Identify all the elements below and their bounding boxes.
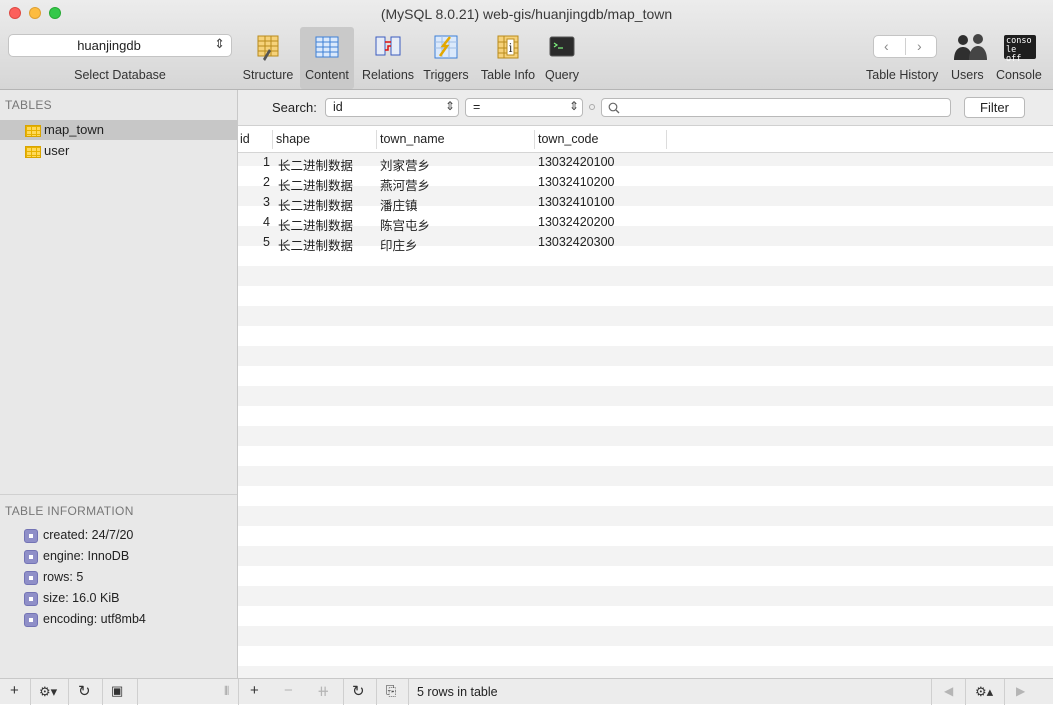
triggers-tab-label: Triggers (423, 68, 469, 82)
triggers-icon (434, 35, 458, 59)
sidebar-item-map-town[interactable]: map_town (0, 120, 237, 140)
history-back-button[interactable]: ‹ (884, 38, 889, 54)
table-info-tab-label: Table Info (480, 68, 536, 82)
table-information-title: TABLE INFORMATION (5, 504, 134, 518)
relations-tab-label: Relations (361, 68, 415, 82)
column-header-shape[interactable]: shape (276, 132, 310, 146)
content-icon (315, 36, 339, 58)
add-row-button[interactable]: + (250, 682, 259, 699)
bottom-toolbar: + ⚙▾ ↻ ▣ ⦀ + − ⧺ ↻ ⎘ 5 rows in table ◀ ⚙… (0, 678, 1053, 705)
table-row[interactable]: 2 长二进制数据 燕河营乡 13032410200 (238, 173, 1053, 193)
sidebar-item-label: map_town (44, 122, 104, 137)
table-icon (25, 125, 41, 137)
add-table-button[interactable]: + (10, 682, 19, 699)
info-bullet-icon (24, 571, 38, 585)
column-header-town-code[interactable]: town_code (538, 132, 598, 146)
database-select[interactable]: huanjingdb ⇕ (8, 34, 232, 57)
search-bar: Search: id ⇕ = ⇕ Filter (238, 90, 1053, 126)
column-header-town-name[interactable]: town_name (380, 132, 445, 146)
history-nav: ‹ › (873, 35, 937, 58)
sidebar-item-user[interactable]: user (0, 141, 237, 161)
refresh-content-button[interactable]: ↻ (352, 682, 365, 700)
content-tab-label: Content (305, 68, 349, 82)
search-field-select[interactable]: id ⇕ (325, 98, 459, 117)
sidebar-item-label: user (44, 143, 70, 158)
search-operator-select[interactable]: = ⇕ (465, 98, 583, 117)
triggers-tab[interactable]: Triggers (420, 32, 472, 84)
table-header: id shape town_name town_code (238, 126, 1053, 153)
table-info-icon: i (497, 35, 519, 59)
table-info-tab[interactable]: i Table Info (480, 32, 536, 84)
info-bullet-icon (24, 613, 38, 627)
divider (0, 494, 237, 495)
table-history-label: Table History (866, 68, 939, 82)
relations-tab[interactable]: Relations (360, 32, 416, 84)
terminal-icon (549, 36, 575, 57)
info-bullet-icon (24, 529, 38, 543)
content-tab[interactable]: Content (300, 27, 354, 89)
history-forward-button[interactable]: › (917, 38, 922, 54)
refresh-tables-button[interactable]: ↻ (78, 682, 91, 700)
search-field-value: id (333, 100, 343, 114)
table-icon (25, 146, 41, 158)
table-info-toggle-icon[interactable]: ⎘ (386, 683, 396, 699)
search-input[interactable] (601, 98, 951, 117)
tables-section-title: TABLES (5, 98, 52, 112)
previous-page-button[interactable]: ◀ (944, 684, 953, 698)
chevron-updown-icon: ⇕ (214, 36, 225, 51)
database-select-value: huanjingdb (77, 38, 141, 53)
chevron-updown-icon: ⇕ (568, 99, 579, 113)
query-tab-label: Query (544, 68, 580, 82)
users-label: Users (951, 68, 984, 82)
sidebar: TABLES map_town user TABLE INFORMATION c… (0, 90, 238, 678)
users-icon (954, 34, 987, 60)
pagination-settings-button[interactable]: ⚙▴ (975, 684, 993, 700)
filter-button[interactable]: Filter (964, 97, 1025, 118)
window-title: (MySQL 8.0.21) web-gis/huanjingdb/map_to… (380, 6, 673, 22)
window-toolbar: (MySQL 8.0.21) web-gis/huanjingdb/map_to… (0, 0, 1053, 90)
next-page-button[interactable]: ▶ (1016, 684, 1025, 698)
indicator-icon (589, 104, 595, 110)
duplicate-row-button[interactable]: ⧺ (317, 682, 330, 700)
table-row[interactable]: 1 长二进制数据 刘家营乡 13032420100 (238, 153, 1053, 173)
filter-tables-button[interactable]: ▣ (111, 683, 123, 699)
svg-text:i: i (509, 41, 513, 55)
query-tab[interactable]: Query (542, 32, 582, 84)
sidebar-resize-handle[interactable]: ⦀ (224, 684, 229, 699)
table-row[interactable]: 4 长二进制数据 陈宫屯乡 13032420200 (238, 213, 1053, 233)
delete-row-button[interactable]: − (284, 682, 293, 699)
search-operator-value: = (473, 100, 481, 114)
structure-icon (257, 35, 279, 61)
structure-tab[interactable]: Structure (238, 32, 298, 84)
console-label: Console (996, 68, 1042, 82)
search-icon (608, 102, 620, 114)
content-table: id shape town_name town_code 1 长二进制数据 刘家… (238, 126, 1053, 678)
select-database-label: Select Database (74, 68, 166, 82)
chevron-updown-icon: ⇕ (444, 99, 455, 113)
structure-tab-label: Structure (242, 68, 294, 82)
column-header-id[interactable]: id (240, 132, 250, 146)
rows-info: 5 rows in table (417, 685, 498, 699)
info-bullet-icon (24, 592, 38, 606)
table-row[interactable]: 3 长二进制数据 潘庄镇 13032410100 (238, 193, 1053, 213)
search-label: Search: (272, 100, 317, 115)
relations-icon (375, 36, 401, 56)
gear-menu-button[interactable]: ⚙▾ (39, 684, 57, 700)
info-bullet-icon (24, 550, 38, 564)
table-row[interactable]: 5 长二进制数据 印庄乡 13032420300 (238, 233, 1053, 253)
console-icon-text: conso le off (1006, 36, 1032, 64)
